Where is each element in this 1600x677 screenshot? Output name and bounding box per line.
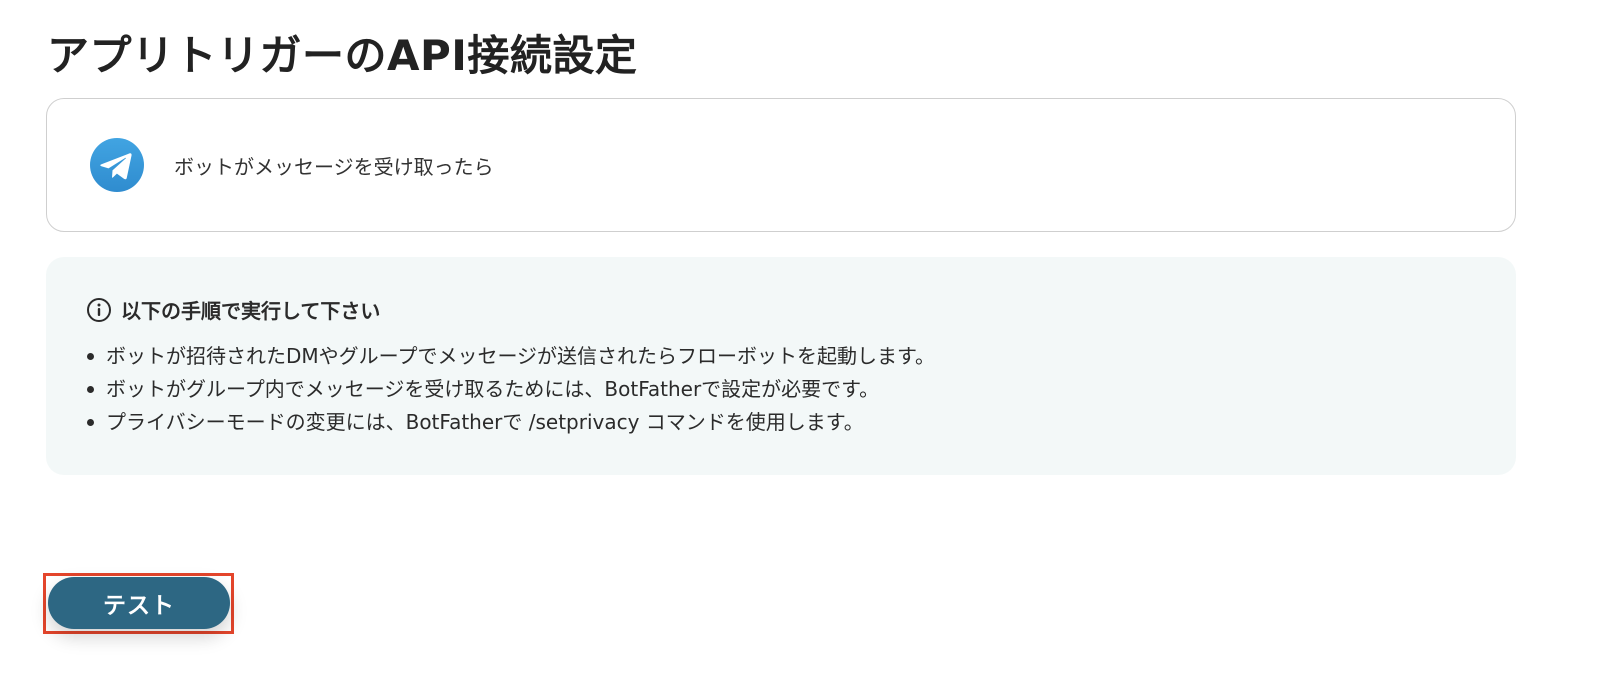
bullet-icon [87,353,94,360]
page-title: アプリトリガーのAPI接続設定 [47,31,638,80]
bullet-icon [87,386,94,393]
instructions-panel: 以下の手順で実行して下さい ボットが招待されたDMやグループでメッセージが送信さ… [46,257,1516,475]
instructions-title: 以下の手順で実行して下さい [121,299,381,323]
list-item-text: ボットが招待されたDMやグループでメッセージが送信されたらフローボットを起動しま… [106,344,936,368]
list-item-text: プライバシーモードの変更には、BotFatherで /setprivacy コマ… [106,410,864,434]
list-item: ボットが招待されたDMやグループでメッセージが送信されたらフローボットを起動しま… [86,340,935,373]
instructions-header: 以下の手順で実行して下さい [86,295,380,324]
list-item-text: ボットがグループ内でメッセージを受け取るためには、BotFatherで設定が必要… [106,377,880,401]
test-button[interactable]: テスト [48,577,230,629]
list-item: ボットがグループ内でメッセージを受け取るためには、BotFatherで設定が必要… [86,373,935,406]
telegram-icon [90,138,144,192]
bullet-icon [87,419,94,426]
trigger-card[interactable]: ボットがメッセージを受け取ったら [46,98,1516,232]
instructions-list: ボットが招待されたDMやグループでメッセージが送信されたらフローボットを起動しま… [86,340,935,439]
list-item: プライバシーモードの変更には、BotFatherで /setprivacy コマ… [86,406,935,439]
info-icon [87,297,111,322]
trigger-event-label: ボットがメッセージを受け取ったら [174,155,494,179]
